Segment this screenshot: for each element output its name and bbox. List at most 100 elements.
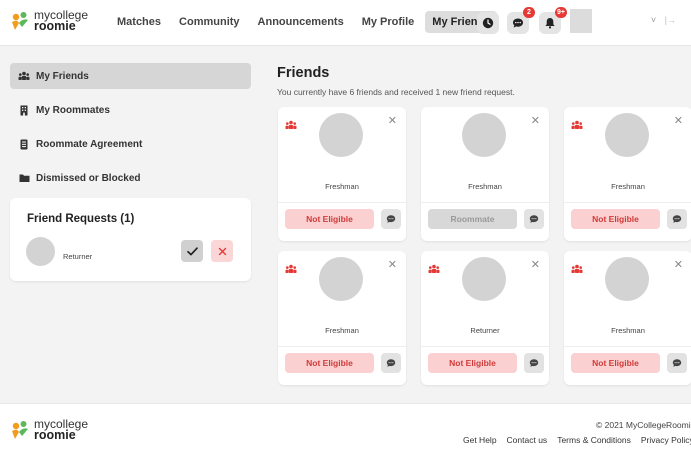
page-subtitle: You currently have 6 friends and receive… bbox=[277, 87, 515, 97]
dismiss-friend-close-icon[interactable]: ✕ bbox=[531, 260, 540, 271]
friend-year-label: Freshman bbox=[325, 182, 359, 191]
nav-my-profile[interactable]: My Profile bbox=[355, 11, 422, 33]
message-friend-button[interactable] bbox=[667, 353, 687, 373]
reject-request-button[interactable] bbox=[211, 240, 233, 262]
card-divider bbox=[278, 346, 406, 347]
footer-link-terms[interactable]: Terms & Conditions bbox=[557, 435, 631, 445]
logo-mark-icon bbox=[9, 419, 31, 441]
message-friend-button[interactable] bbox=[381, 209, 401, 229]
document-icon bbox=[18, 139, 30, 150]
friend-card[interactable]: ✕ Freshman Not Eligible bbox=[278, 107, 406, 241]
sidebar-item-roommate-agreement[interactable]: Roommate Agreement bbox=[10, 131, 251, 157]
friend-card[interactable]: ✕ Returner Not Eligible bbox=[421, 251, 549, 385]
message-friend-button[interactable] bbox=[381, 353, 401, 373]
eligibility-status-button[interactable]: Not Eligible bbox=[571, 353, 660, 373]
friend-year-label: Returner bbox=[470, 326, 500, 335]
friend-year-label: Freshman bbox=[611, 182, 645, 191]
friend-card[interactable]: ✕ Freshman Not Eligible bbox=[564, 251, 691, 385]
sidebar-item-label: My Roommates bbox=[36, 104, 110, 116]
footer-logo[interactable]: mycollege roomie bbox=[9, 418, 88, 442]
messages-button[interactable]: 2 bbox=[507, 7, 535, 34]
chat-icon bbox=[386, 359, 396, 367]
message-friend-button[interactable] bbox=[524, 353, 544, 373]
eligibility-status-button[interactable]: Not Eligible bbox=[285, 209, 374, 229]
friend-avatar[interactable] bbox=[319, 113, 363, 157]
friend-card[interactable]: ✕ Freshman Not Eligible bbox=[564, 107, 691, 241]
sidebar-item-my-friends[interactable]: My Friends bbox=[10, 63, 251, 89]
nav-matches[interactable]: Matches bbox=[110, 11, 168, 33]
sidebar-item-label: Roommate Agreement bbox=[36, 138, 143, 150]
eligibility-status-button[interactable]: Not Eligible bbox=[428, 353, 517, 373]
footer-link-privacy[interactable]: Privacy Policy bbox=[641, 435, 691, 445]
logo-text-bottom: roomie bbox=[34, 19, 76, 33]
bell-icon bbox=[545, 18, 555, 29]
nav-announcements[interactable]: Announcements bbox=[251, 11, 351, 33]
sidebar-item-my-roommates[interactable]: My Roommates bbox=[10, 97, 251, 123]
close-icon bbox=[218, 247, 226, 255]
chat-icon bbox=[529, 359, 539, 367]
building-icon bbox=[18, 105, 30, 116]
clock-button[interactable] bbox=[477, 12, 499, 34]
folder-icon bbox=[18, 173, 30, 183]
chat-icon bbox=[672, 215, 682, 223]
check-icon bbox=[186, 246, 198, 255]
footer-links: Get Help Contact us Terms & Conditions P… bbox=[463, 435, 691, 445]
sidebar-item-dismissed-or-blocked[interactable]: Dismissed or Blocked bbox=[10, 165, 251, 191]
eligibility-status-button[interactable]: Roommate bbox=[428, 209, 517, 229]
dismiss-friend-close-icon[interactable]: ✕ bbox=[674, 260, 683, 271]
accept-request-button[interactable] bbox=[181, 240, 203, 262]
footer-link-contact-us[interactable]: Contact us bbox=[507, 435, 548, 445]
people-group-icon bbox=[285, 117, 297, 135]
nav-community[interactable]: Community bbox=[172, 11, 247, 33]
chat-icon bbox=[529, 215, 539, 223]
eligibility-status-button[interactable]: Not Eligible bbox=[571, 209, 660, 229]
friend-avatar[interactable] bbox=[462, 113, 506, 157]
sidebar-item-label: My Friends bbox=[36, 70, 89, 82]
people-group-icon bbox=[571, 261, 583, 279]
eligibility-status-button[interactable]: Not Eligible bbox=[285, 353, 374, 373]
chat-icon bbox=[386, 215, 396, 223]
request-avatar[interactable] bbox=[26, 237, 55, 266]
user-avatar[interactable] bbox=[570, 9, 592, 33]
friend-requests-title: Friend Requests (1) bbox=[27, 213, 135, 225]
friend-avatar[interactable] bbox=[605, 257, 649, 301]
footer-link-get-help[interactable]: Get Help bbox=[463, 435, 497, 445]
people-group-icon bbox=[571, 117, 583, 135]
sidebar-item-label: Dismissed or Blocked bbox=[36, 172, 141, 184]
logo-mark-icon bbox=[9, 10, 31, 32]
dismiss-friend-close-icon[interactable]: ✕ bbox=[388, 116, 397, 127]
people-icon bbox=[18, 71, 30, 81]
request-year-label: Returner bbox=[63, 252, 93, 261]
dismiss-friend-close-icon[interactable]: ✕ bbox=[674, 116, 683, 127]
friend-card[interactable]: ✕ Freshman Not Eligible bbox=[278, 251, 406, 385]
messages-badge: 2 bbox=[523, 7, 535, 18]
card-divider bbox=[564, 202, 691, 203]
clock-icon bbox=[482, 17, 494, 29]
footer: mycollege roomie © 2021 MyCollegeRoomie … bbox=[0, 403, 691, 452]
notifications-button[interactable]: 9+ bbox=[539, 7, 567, 34]
page-title: Friends bbox=[277, 65, 330, 81]
logo-text-bottom: roomie bbox=[34, 428, 76, 442]
people-group-icon bbox=[428, 261, 440, 279]
friend-requests-panel: Friend Requests (1) Returner bbox=[10, 198, 251, 281]
dismiss-friend-close-icon[interactable]: ✕ bbox=[388, 260, 397, 271]
friend-avatar[interactable] bbox=[605, 113, 649, 157]
logout-icon[interactable]: |→ bbox=[665, 15, 676, 25]
friend-year-label: Freshman bbox=[468, 182, 502, 191]
card-divider bbox=[421, 346, 549, 347]
card-divider bbox=[278, 202, 406, 203]
chat-icon bbox=[672, 359, 682, 367]
friend-avatar[interactable] bbox=[462, 257, 506, 301]
message-friend-button[interactable] bbox=[524, 209, 544, 229]
dismiss-friend-close-icon[interactable]: ✕ bbox=[531, 116, 540, 127]
friend-avatar[interactable] bbox=[319, 257, 363, 301]
copyright-text: © 2021 MyCollegeRoomie bbox=[596, 420, 691, 430]
top-header: mycollege roomie Matches Community Annou… bbox=[0, 0, 691, 46]
header-logo[interactable]: mycollege roomie bbox=[9, 9, 88, 33]
message-friend-button[interactable] bbox=[667, 209, 687, 229]
chevron-down-icon: ˅ bbox=[650, 15, 657, 25]
user-menu-dropdown[interactable]: ˅ |→ bbox=[626, 15, 676, 29]
main-nav: Matches Community Announcements My Profi… bbox=[110, 11, 498, 33]
friend-card[interactable]: ✕ Freshman Roommate bbox=[421, 107, 549, 241]
notifications-badge: 9+ bbox=[555, 7, 567, 18]
